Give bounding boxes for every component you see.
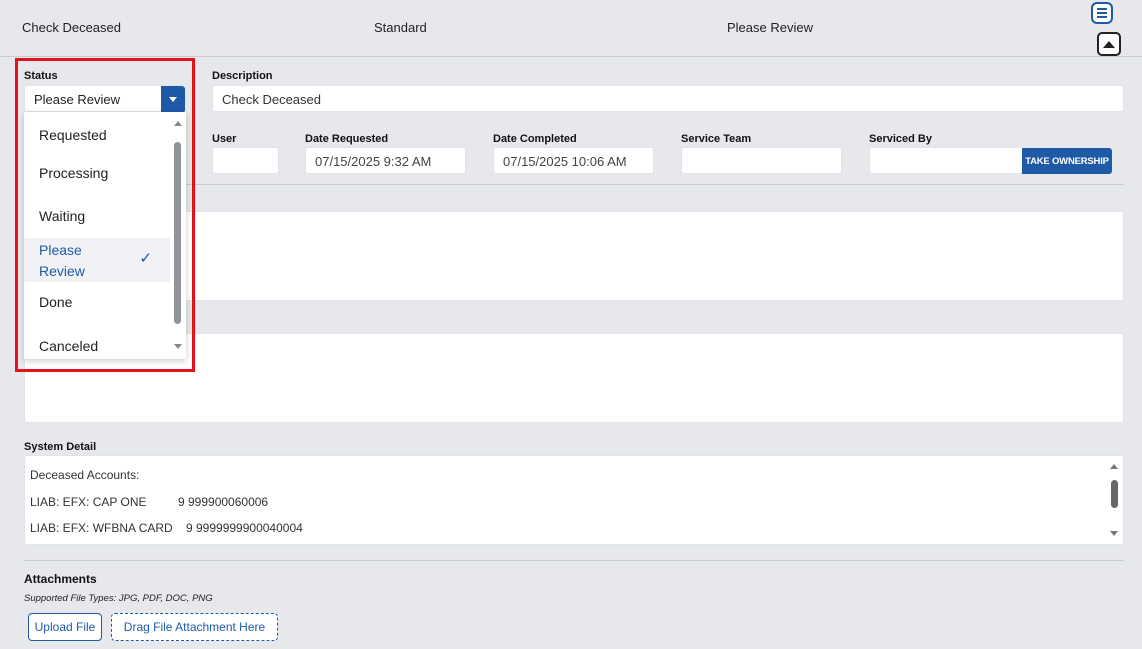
system-detail-label: System Detail	[24, 441, 97, 453]
menu-icon[interactable]	[1091, 2, 1113, 24]
header-status: Please Review	[727, 20, 813, 35]
highlight-box	[15, 58, 195, 372]
header-divider	[0, 56, 1142, 57]
serviced-by-label: Serviced By	[869, 133, 932, 145]
caret-up-icon	[1103, 40, 1115, 48]
date-completed-label: Date Completed	[493, 133, 577, 145]
date-requested-field[interactable]: 07/15/2025 9:32 AM	[305, 147, 466, 174]
description-label: Description	[212, 70, 273, 82]
system-detail-row-name: LIAB: EFX: WFBNA CARD	[30, 521, 173, 535]
take-ownership-button[interactable]: TAKE OWNERSHIP	[1022, 148, 1112, 174]
description-value: Check Deceased	[222, 92, 321, 107]
date-requested-value: 07/15/2025 9:32 AM	[315, 154, 432, 169]
supported-file-types: Supported File Types: JPG, PDF, DOC, PNG	[24, 593, 213, 604]
system-detail-row-number: 9 999900060006	[178, 495, 269, 509]
user-label: User	[212, 133, 237, 145]
upload-file-button[interactable]: Upload File	[28, 613, 102, 641]
drag-attachment-dropzone[interactable]: Drag File Attachment Here	[111, 613, 278, 641]
system-detail-box[interactable]: Deceased Accounts: LIAB: EFX: CAP ONE 9 …	[24, 455, 1124, 545]
date-requested-label: Date Requested	[305, 133, 389, 145]
scroll-down-icon[interactable]	[1110, 531, 1118, 536]
attachments-label: Attachments	[24, 572, 97, 586]
header-title: Check Deceased	[22, 20, 121, 35]
service-team-label: Service Team	[681, 133, 752, 145]
description-field[interactable]: Check Deceased	[212, 85, 1124, 112]
user-field[interactable]	[212, 147, 279, 174]
system-detail-heading: Deceased Accounts:	[30, 468, 140, 482]
system-detail-scrollbar-thumb[interactable]	[1111, 480, 1118, 508]
collapse-button[interactable]	[1097, 32, 1121, 56]
scroll-up-icon[interactable]	[1110, 464, 1118, 469]
attachments-divider	[24, 560, 1124, 561]
date-completed-field[interactable]: 07/15/2025 10:06 AM	[493, 147, 654, 174]
system-detail-row-number: 9 9999999900040004	[186, 521, 303, 535]
service-team-field[interactable]	[681, 147, 842, 174]
system-detail-row-name: LIAB: EFX: CAP ONE	[30, 495, 147, 509]
serviced-by-field[interactable]	[869, 147, 1024, 174]
date-completed-value: 07/15/2025 10:06 AM	[503, 154, 627, 169]
header-type: Standard	[374, 20, 427, 35]
